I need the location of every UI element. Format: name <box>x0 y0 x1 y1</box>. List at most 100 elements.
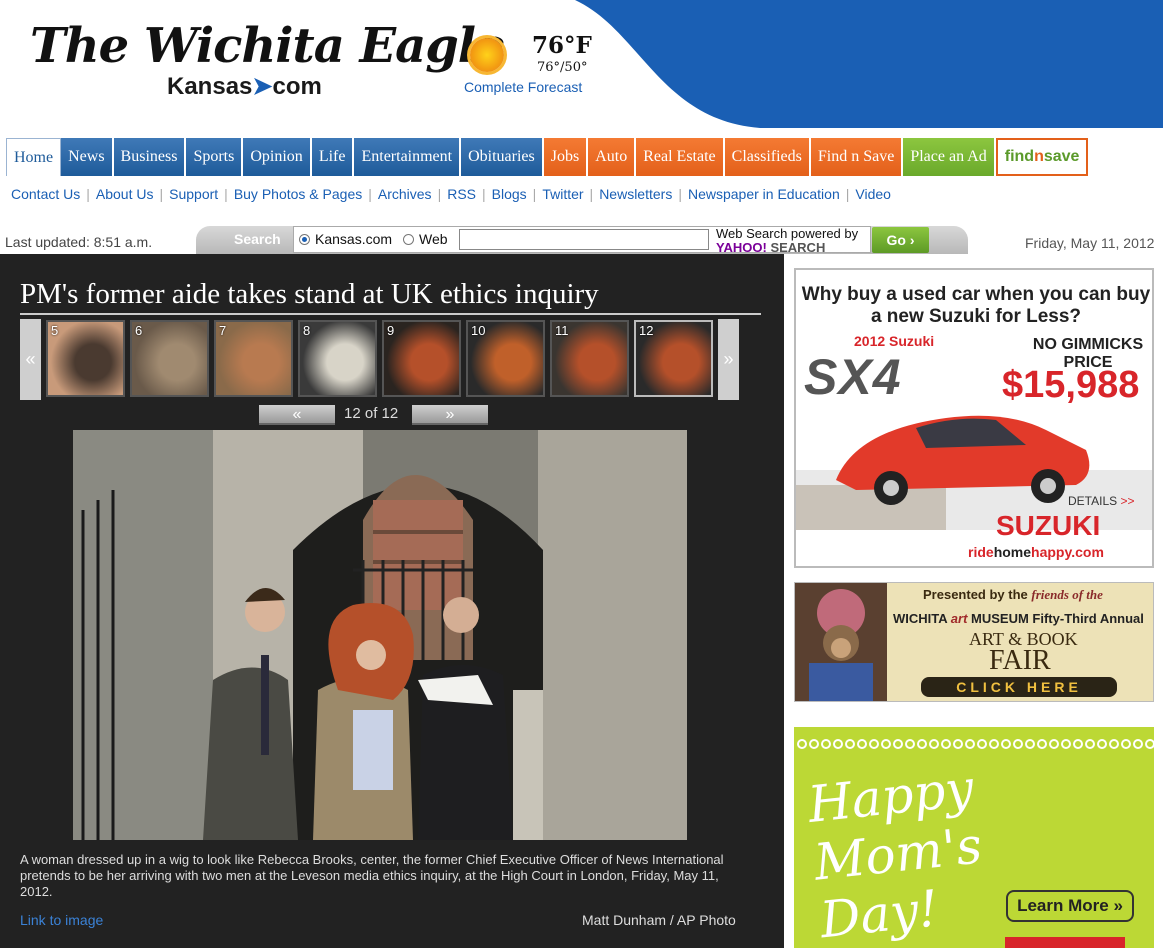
thumbnails-prev-button[interactable]: « <box>20 319 41 400</box>
nav-tab-classifieds[interactable]: Classifieds <box>724 138 811 176</box>
thumbnail-number: 10 <box>471 323 486 338</box>
utility-link-video[interactable]: Video <box>855 186 891 202</box>
suzuki-ad[interactable]: Why buy a used car when you can buy a ne… <box>794 268 1154 568</box>
suzuki-ad-headline: Why buy a used car when you can buy a ne… <box>801 284 1151 327</box>
masthead-logo[interactable]: The Wichita Eagle <box>30 18 506 74</box>
nav-tab-find-n-save[interactable]: Find n Save <box>810 138 904 176</box>
nav-tab-jobs[interactable]: Jobs <box>543 138 589 176</box>
radio-web-label[interactable]: Web <box>419 231 448 247</box>
utility-link-twitter[interactable]: Twitter <box>542 186 583 202</box>
scallop-dot <box>833 739 843 749</box>
utility-link-rss[interactable]: RSS <box>447 186 476 202</box>
main-photo[interactable] <box>73 430 687 840</box>
complete-forecast-link[interactable]: Complete Forecast <box>464 79 582 95</box>
utility-nav-separator: | <box>589 186 594 202</box>
scallop-dot <box>869 739 879 749</box>
scallop-dot <box>1133 739 1143 749</box>
thumbnails-next-button[interactable]: » <box>718 319 739 400</box>
photo-credit: Matt Dunham / AP Photo <box>582 912 736 928</box>
nav-tab-auto[interactable]: Auto <box>588 138 637 176</box>
thumbnail-number: 9 <box>387 323 395 338</box>
museum-ad[interactable]: Presented by the friends of the WICHITA … <box>794 582 1154 702</box>
yahoo-logo: YAHOO! <box>716 240 767 255</box>
findsave-part3: save <box>1043 148 1080 165</box>
gallery-thumbnail-11[interactable]: 11 <box>550 320 629 397</box>
header: The Wichita Eagle Kansas➤com 76°F 76°/50… <box>0 0 1163 135</box>
nav-tab-sports[interactable]: Sports <box>186 138 244 176</box>
gallery-thumbnail-10[interactable]: 10 <box>466 320 545 397</box>
learn-more-button[interactable]: Learn More » <box>1006 890 1134 922</box>
gallery-thumbnail-12[interactable]: 12 <box>634 320 713 397</box>
nav-tab-obituaries[interactable]: Obituaries <box>461 138 544 176</box>
utility-link-buy-photos-pages[interactable]: Buy Photos & Pages <box>234 186 362 202</box>
powered-text: Web Search powered by <box>716 226 859 241</box>
scallop-dot <box>1049 739 1059 749</box>
search-go-button[interactable]: Go › <box>872 227 929 253</box>
gallery-thumbnail-8[interactable]: 8 <box>298 320 377 397</box>
pager-prev-button[interactable]: « <box>259 405 335 425</box>
radio-web[interactable] <box>403 234 414 245</box>
scallop-dot <box>797 739 807 749</box>
gallery-thumbnail-9[interactable]: 9 <box>382 320 461 397</box>
utility-nav: Contact Us | About Us | Support | Buy Photos &… <box>11 186 891 202</box>
scallop-dot <box>1025 739 1035 749</box>
current-date: Friday, May 11, 2012 <box>1025 235 1155 251</box>
scallop-dot <box>809 739 819 749</box>
nav-tab-opinion[interactable]: Opinion <box>243 138 312 176</box>
gallery-thumbnail-6[interactable]: 6 <box>130 320 209 397</box>
suzuki-ad-details-link[interactable]: DETAILS >> <box>1068 494 1134 508</box>
photo-caption: A woman dressed up in a wig to look like… <box>20 852 724 899</box>
link-to-image[interactable]: Link to image <box>20 912 103 928</box>
findsave-part2: n <box>1034 148 1044 165</box>
museum-art: art <box>950 611 968 626</box>
findsave-part1: find <box>1004 148 1035 165</box>
mothers-day-ad[interactable]: Happy Mom's Day! Learn More » <box>794 727 1154 948</box>
gallery-thumbnail-7[interactable]: 7 <box>214 320 293 397</box>
nav-tab-life[interactable]: Life <box>311 138 355 176</box>
utility-link-about-us[interactable]: About Us <box>96 186 154 202</box>
scallop-dot <box>821 739 831 749</box>
utility-nav-separator: | <box>224 186 228 202</box>
nav-tab-news[interactable]: News <box>61 138 114 176</box>
thumbnail-image <box>384 322 459 395</box>
museum-ad-fair: FAIR <box>989 645 1051 676</box>
photo-pager: « 12 of 12 » <box>259 405 489 425</box>
scallop-dot <box>857 739 867 749</box>
thumbnail-image <box>216 322 291 395</box>
pager-next-button[interactable]: » <box>412 405 488 425</box>
museum-ad-click-here-button[interactable]: CLICK HERE <box>921 677 1117 697</box>
nav-tab-home[interactable]: Home <box>6 138 62 176</box>
utility-link-newsletters[interactable]: Newsletters <box>599 186 672 202</box>
suzuki-logo: SUZUKI <box>996 510 1101 541</box>
museum-ad-name: WICHITA art MUSEUM Fifty-Third Annual <box>893 611 1144 626</box>
scallop-border-decoration <box>797 739 1154 749</box>
nav-tab-real-estate[interactable]: Real Estate <box>636 138 725 176</box>
museum-pre: WICHITA <box>893 611 948 626</box>
radio-kansas-com[interactable] <box>299 234 310 245</box>
gallery-thumbnail-5[interactable]: 5 <box>46 320 125 397</box>
thumbnail-number: 7 <box>219 323 227 338</box>
utility-link-blogs[interactable]: Blogs <box>492 186 527 202</box>
scallop-dot <box>1097 739 1107 749</box>
temperature-hi-lo: 76°/50° <box>537 60 588 75</box>
nav-tab-place-an-ad[interactable]: Place an Ad <box>903 138 996 176</box>
findnsave-logo-tab[interactable]: findnsave <box>995 138 1089 176</box>
nav-tab-entertainment[interactable]: Entertainment <box>354 138 462 176</box>
utility-link-contact-us[interactable]: Contact Us <box>11 186 80 202</box>
scallop-dot <box>989 739 999 749</box>
yahoo-powered-label: Web Search powered by YAHOO! SEARCH <box>716 227 858 255</box>
thumbnail-image <box>300 322 375 395</box>
nav-tab-business[interactable]: Business <box>113 138 187 176</box>
utility-nav-separator: | <box>678 186 682 202</box>
radio-kansas-com-label[interactable]: Kansas.com <box>315 231 392 247</box>
swoosh-icon: ➤ <box>252 73 273 100</box>
site-logo[interactable]: Kansas➤com <box>167 72 322 101</box>
search-input[interactable] <box>459 229 709 250</box>
main-photo-illustration <box>73 430 687 840</box>
url-part-ride: ride <box>968 544 994 560</box>
scallop-dot <box>929 739 939 749</box>
utility-link-support[interactable]: Support <box>169 186 218 202</box>
utility-link-archives[interactable]: Archives <box>378 186 432 202</box>
utility-link-newspaper-in-education[interactable]: Newspaper in Education <box>688 186 840 202</box>
monkey-portrait-illustration <box>795 583 887 701</box>
